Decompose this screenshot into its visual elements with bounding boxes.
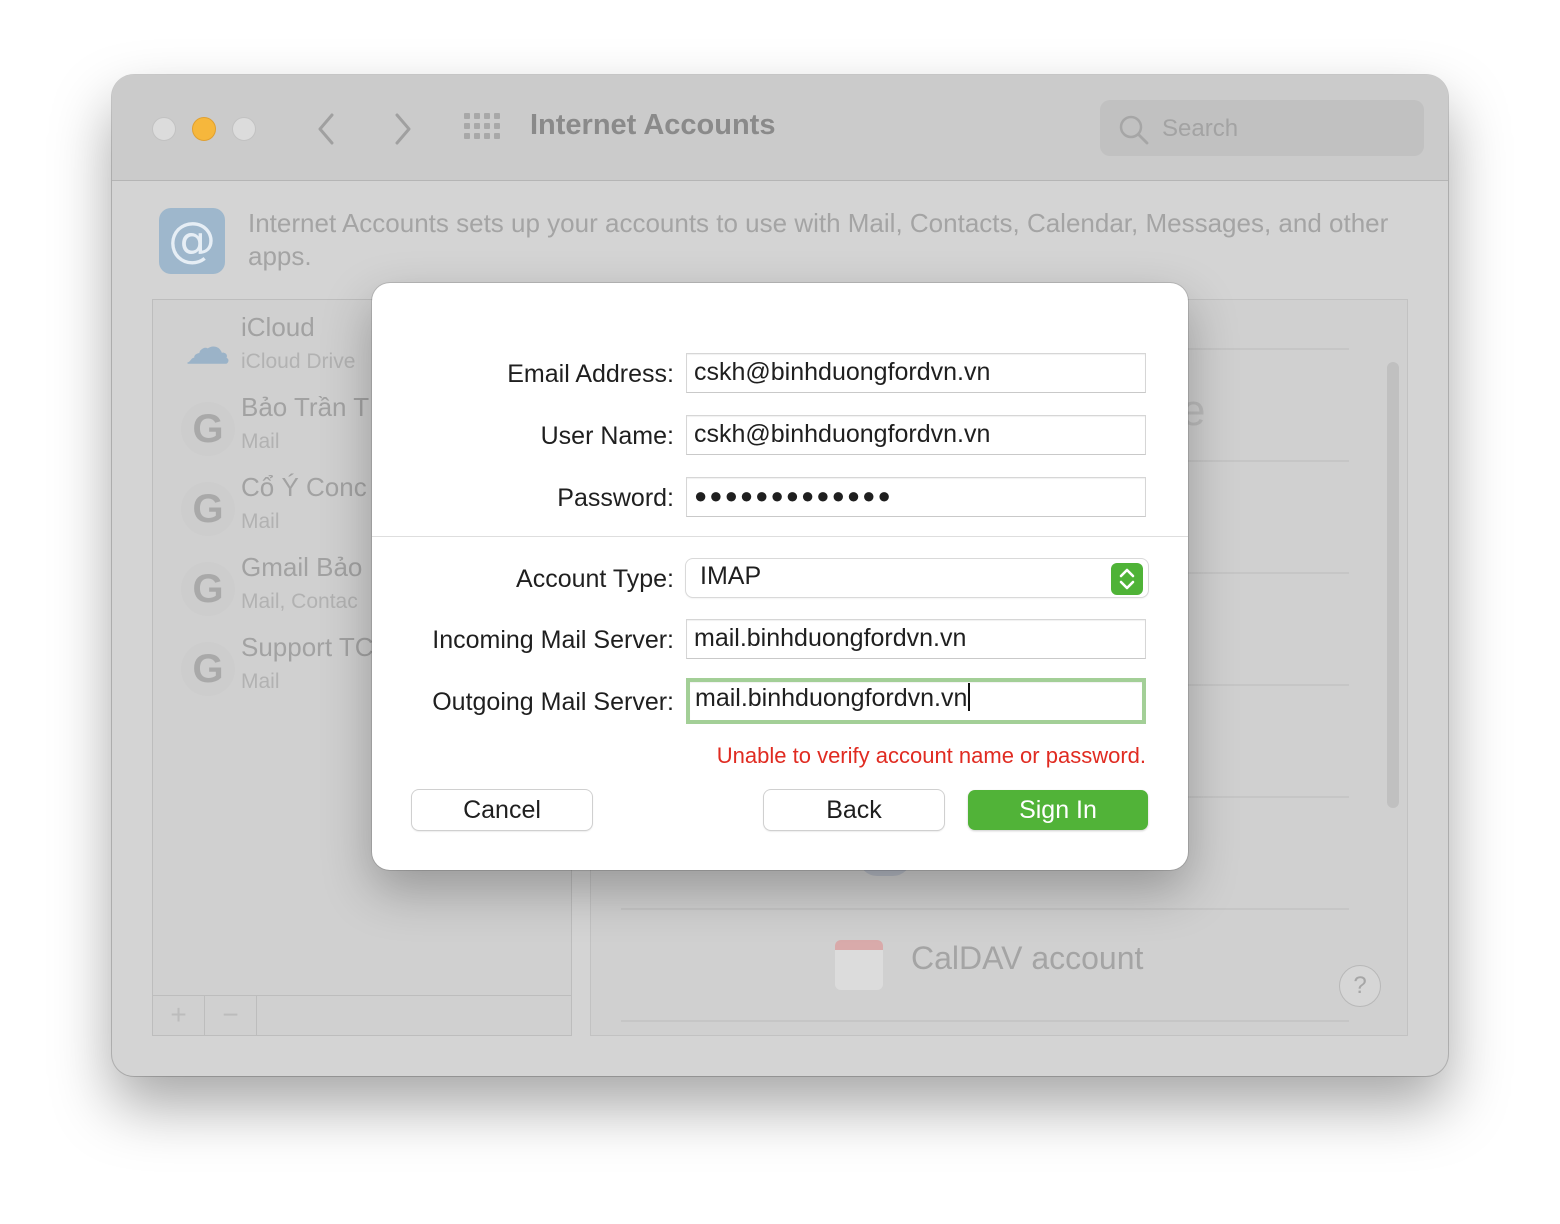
account-type-label: Account Type: xyxy=(516,565,674,593)
account-name: Bảo Trần T xyxy=(241,392,370,422)
divider xyxy=(621,1020,1349,1022)
outgoing-server-value: mail.binhduongfordvn.vn xyxy=(695,684,968,712)
google-icon: G xyxy=(181,562,235,616)
username-label: User Name: xyxy=(540,422,674,450)
show-all-grid-icon[interactable] xyxy=(464,113,504,143)
divider xyxy=(372,536,1188,537)
search-icon xyxy=(1119,115,1149,145)
outgoing-server-label: Outgoing Mail Server: xyxy=(432,688,674,716)
email-field[interactable]: cskh@binhduongfordvn.vn xyxy=(686,353,1146,393)
remove-account-button[interactable]: − xyxy=(205,996,257,1036)
google-icon: G xyxy=(181,402,235,456)
chevron-left-icon xyxy=(318,113,334,145)
list-controls: + − xyxy=(153,995,571,1036)
search-field[interactable]: Search xyxy=(1100,100,1424,156)
up-down-chevron-icon xyxy=(1119,568,1135,590)
titlebar: Internet Accounts Search xyxy=(112,75,1448,181)
back-nav-button[interactable] xyxy=(312,111,342,147)
window-title: Internet Accounts xyxy=(530,109,776,141)
chevron-right-icon xyxy=(395,113,411,145)
account-detail: iCloud Drive xyxy=(241,350,356,373)
text-caret xyxy=(968,683,971,711)
account-name: Support TC xyxy=(241,632,374,662)
minimize-window-button[interactable] xyxy=(192,117,216,141)
at-sign-icon: @ xyxy=(159,208,225,274)
account-name: iCloud xyxy=(241,312,315,342)
account-setup-dialog: Email Address: cskh@binhduongfordvn.vn U… xyxy=(372,283,1188,870)
icloud-icon: ☁ xyxy=(186,324,230,373)
incoming-server-label: Incoming Mail Server: xyxy=(432,626,674,654)
account-detail: Mail, Contac xyxy=(241,590,358,613)
outgoing-server-field[interactable]: mail.binhduongfordvn.vn xyxy=(686,678,1146,724)
divider xyxy=(621,908,1349,910)
cancel-button[interactable]: Cancel xyxy=(412,790,592,830)
account-name: Gmail Bảo xyxy=(241,552,363,582)
account-detail: Mail xyxy=(241,430,280,453)
help-button[interactable]: ? xyxy=(1339,965,1381,1007)
google-icon: G xyxy=(181,642,235,696)
calendar-icon xyxy=(835,940,883,990)
sign-in-button[interactable]: Sign In xyxy=(968,790,1148,830)
select-stepper[interactable] xyxy=(1111,563,1143,595)
caldav-account-option[interactable]: CalDAV account xyxy=(911,940,1143,977)
back-button[interactable]: Back xyxy=(764,790,944,830)
account-type-value: IMAP xyxy=(700,562,762,590)
search-placeholder: Search xyxy=(1162,115,1239,142)
close-window-button[interactable] xyxy=(152,117,176,141)
forward-nav-button[interactable] xyxy=(387,111,417,147)
email-label: Email Address: xyxy=(507,360,674,388)
scrollbar[interactable] xyxy=(1387,362,1399,808)
account-detail: Mail xyxy=(241,670,280,693)
pane-description: Internet Accounts sets up your accounts … xyxy=(248,208,1389,271)
error-message: Unable to verify account name or passwor… xyxy=(716,743,1146,768)
add-account-button[interactable]: + xyxy=(153,996,205,1036)
google-icon: G xyxy=(181,482,235,536)
username-field[interactable]: cskh@binhduongfordvn.vn xyxy=(686,415,1146,455)
account-detail: Mail xyxy=(241,510,280,533)
password-field[interactable]: ●●●●●●●●●●●●● xyxy=(686,477,1146,517)
zoom-window-button[interactable] xyxy=(232,117,256,141)
account-type-select[interactable]: IMAP xyxy=(686,559,1148,597)
password-label: Password: xyxy=(557,484,674,512)
account-name: Cổ Ý Conc xyxy=(241,472,367,502)
incoming-server-field[interactable]: mail.binhduongfordvn.vn xyxy=(686,619,1146,659)
